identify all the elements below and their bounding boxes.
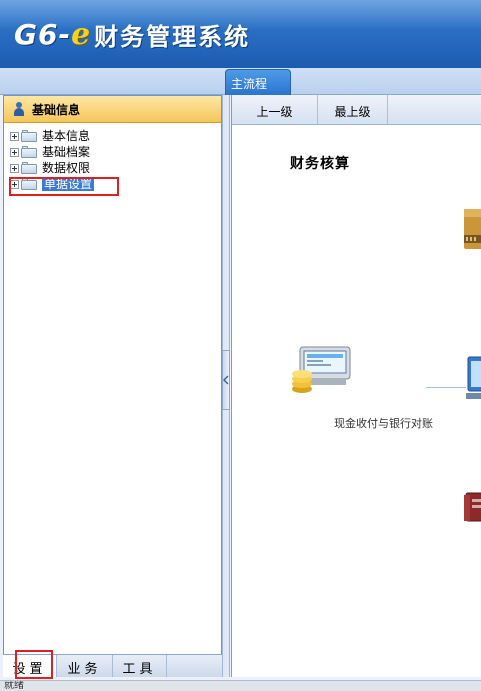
app-header: G6- e 财务管理系统 <box>0 0 481 68</box>
expand-icon[interactable] <box>10 147 19 157</box>
person-icon <box>12 102 26 116</box>
top-level-button[interactable]: 最上级 <box>318 95 388 124</box>
folder-icon <box>21 146 37 158</box>
cash-register-icon[interactable] <box>290 345 354 395</box>
folder-icon <box>21 162 37 174</box>
tree-item-basic-info[interactable]: 基本信息 <box>10 128 221 144</box>
app-title: 财务管理系统 <box>94 22 251 51</box>
computer-screen-icon[interactable] <box>464 353 481 401</box>
tab-main-flow[interactable]: 主流程 <box>225 69 291 95</box>
tree-item-label: 基础档案 <box>42 145 91 159</box>
app-logo: G6- e 财务管理系统 <box>14 14 250 54</box>
tree-item-data-permission[interactable]: 数据权限 <box>10 160 221 176</box>
section-title: 财务核算 <box>290 156 350 172</box>
archive-box-icon[interactable] <box>462 205 481 249</box>
expand-icon[interactable] <box>10 131 19 141</box>
collapse-handle[interactable] <box>222 350 230 410</box>
tree-item-basic-archive[interactable]: 基础档案 <box>10 144 221 160</box>
panel-header: 基础信息 <box>4 96 221 123</box>
status-bar: 就绪 <box>0 680 481 691</box>
logo-e: e <box>71 16 91 52</box>
ledger-book-icon[interactable] <box>462 491 481 525</box>
node-caption-cash-bank[interactable]: 现金收付与银行对账 <box>334 415 433 431</box>
tab-business[interactable]: 业务 <box>57 655 113 677</box>
chevron-left-icon <box>223 375 229 385</box>
expand-icon[interactable] <box>10 163 19 173</box>
logo-g6: G6- <box>14 17 72 51</box>
tree-item-label: 数据权限 <box>42 161 91 175</box>
up-one-level-button[interactable]: 上一级 <box>232 95 318 124</box>
settings-tab-highlight-box <box>15 650 53 679</box>
panel-header-title: 基础信息 <box>32 102 81 117</box>
tree-item-label: 基本信息 <box>42 129 91 143</box>
workflow-panel: 上一级 最上级 财务核算 现金收付与银行对账 <box>231 95 481 677</box>
selection-highlight-box <box>9 177 119 196</box>
workflow-toolbar: 上一级 最上级 <box>232 95 481 125</box>
folder-icon <box>21 130 37 142</box>
flow-connector-line <box>426 387 466 388</box>
tab-tools[interactable]: 工具 <box>113 655 167 677</box>
